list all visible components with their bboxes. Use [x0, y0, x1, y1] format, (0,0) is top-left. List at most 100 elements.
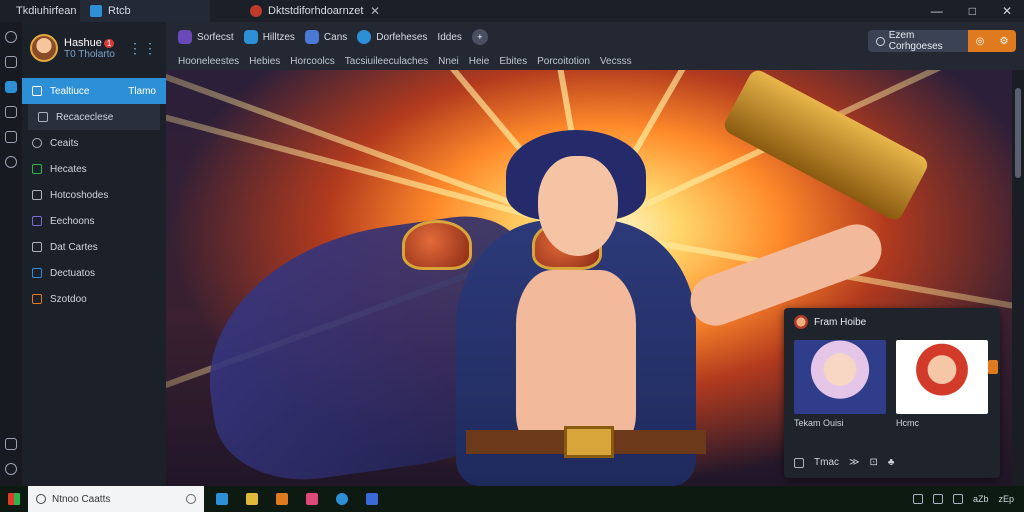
- menu-item[interactable]: Hebies: [249, 56, 280, 67]
- sidebar-item-6[interactable]: Dat Cartes: [22, 234, 166, 260]
- circle-icon: [357, 30, 372, 44]
- toolbar-right: Ezem Corhgoeses ◎ ⚙: [868, 30, 1016, 52]
- tab-app[interactable]: Tkdiuhirfean: [0, 0, 80, 22]
- popup-footer-label[interactable]: Tmac: [814, 457, 839, 468]
- taskbar-app-icon[interactable]: [336, 493, 348, 505]
- menu-item[interactable]: Tacsiuileeculaches: [345, 56, 428, 67]
- menu-item[interactable]: Vecsss: [600, 56, 632, 67]
- sidebar-item-0[interactable]: Tealtiuce Tlamo: [22, 78, 166, 104]
- taskbar-app-icon[interactable]: [216, 493, 228, 505]
- thumbnail-image: [896, 340, 988, 414]
- wifi-icon[interactable]: [912, 494, 923, 504]
- menu-item[interactable]: Hooneleestes: [178, 56, 239, 67]
- tab-active[interactable]: Dktstdiforhdoarnzet ✕: [240, 0, 390, 22]
- close-tab-icon[interactable]: ✕: [370, 4, 380, 18]
- target-icon[interactable]: ◎: [976, 36, 985, 47]
- sidebar-item-4[interactable]: Hotcoshodes: [22, 182, 166, 208]
- taskbar-app-icon[interactable]: [306, 493, 318, 505]
- toolbar-button-3[interactable]: Dorfeheses: [357, 30, 427, 44]
- frame-icon[interactable]: ⊡: [869, 457, 877, 468]
- more-icon[interactable]: ⋮⋮: [128, 40, 158, 57]
- thumbnail-card[interactable]: Hcmc: [896, 340, 988, 430]
- menu-item[interactable]: Heie: [469, 56, 490, 67]
- start-button[interactable]: [0, 486, 28, 512]
- home-icon: [32, 86, 42, 96]
- popup-avatar: [794, 315, 808, 329]
- close-window-button[interactable]: ✕: [1002, 4, 1012, 18]
- link-icon: [304, 30, 319, 44]
- tray-text: zEp: [998, 494, 1014, 504]
- maximize-button[interactable]: □: [969, 4, 976, 18]
- image-icon: [32, 216, 42, 226]
- sidebar-item-8[interactable]: Szotdoo: [22, 286, 166, 312]
- search-icon[interactable]: [5, 156, 17, 168]
- popup-thumbnails: Tekam Ouisi Hcmc: [784, 336, 1000, 434]
- forward-icon[interactable]: ≫: [849, 457, 859, 468]
- layers-icon[interactable]: [5, 438, 17, 450]
- sidebar-item-label: Tealtiuce: [50, 85, 90, 97]
- taskbar-app-icon[interactable]: [276, 493, 288, 505]
- menu-item[interactable]: Ebites: [499, 56, 527, 67]
- add-button[interactable]: +: [471, 29, 488, 45]
- history-icon[interactable]: [5, 31, 17, 43]
- explore-icon[interactable]: [5, 81, 17, 93]
- toolbar-button-label: Sorfecst: [197, 31, 234, 43]
- thumbnail-caption: Hcmc: [896, 418, 919, 428]
- popup-side-tab[interactable]: [988, 360, 998, 374]
- thumbnail-card[interactable]: Tekam Ouisi: [794, 340, 886, 430]
- taskbar-app-icon[interactable]: [246, 493, 258, 505]
- toolbar-search-label: Ezem Corhgoeses: [888, 30, 943, 52]
- icon-rail: [0, 22, 22, 486]
- gallery-icon: [178, 30, 192, 44]
- chat-icon[interactable]: [794, 457, 804, 468]
- menu-item[interactable]: Porcoitotion: [537, 56, 590, 67]
- profile-header: Hashue 1 T0 Tholarto ⋮⋮: [22, 22, 166, 74]
- sidebar-item-label: Hecates: [50, 163, 87, 175]
- thumbnail-image: [794, 340, 886, 414]
- vertical-scrollbar[interactable]: [1012, 70, 1024, 486]
- bookmark-icon[interactable]: [5, 56, 17, 68]
- tray-text: aZb: [972, 494, 989, 504]
- toolbar-orange-group: ◎ ⚙: [968, 30, 1016, 52]
- mic-icon[interactable]: [186, 494, 196, 504]
- preview-popup: Fram Hoibe Tekam Ouisi Hcmc Tmac ≫ ⊡ ♣: [784, 308, 1000, 478]
- search-icon: [36, 494, 46, 504]
- share-icon[interactable]: ♣: [888, 457, 895, 468]
- settings-icon[interactable]: [5, 463, 17, 475]
- sidebar-item-label: Hotcoshodes: [50, 189, 109, 201]
- taskbar-app-icon[interactable]: [366, 493, 378, 505]
- menu-item[interactable]: Horcoolcs: [290, 56, 334, 67]
- popup-header: Fram Hoibe: [784, 308, 1000, 336]
- settings-icon: [32, 294, 42, 304]
- page-icon: [250, 5, 262, 17]
- taskbar-search[interactable]: Ntnoo Caatts: [28, 486, 204, 512]
- gear-icon[interactable]: ⚙: [999, 36, 1008, 47]
- minimize-button[interactable]: —: [931, 4, 943, 18]
- sidebar-item-1[interactable]: Recaceclese: [28, 104, 160, 130]
- toolbar-button-2[interactable]: Cans: [304, 30, 347, 44]
- download-icon: [32, 242, 42, 252]
- sidebar-item-3[interactable]: Hecates: [22, 156, 166, 182]
- system-tray: aZb zEp: [912, 494, 1024, 504]
- battery-icon[interactable]: [932, 494, 943, 504]
- character-pauldron-left: [402, 220, 472, 270]
- scrollbar-thumb[interactable]: [1015, 88, 1021, 178]
- toolbar-button-label: Dorfeheses: [376, 31, 428, 43]
- avatar[interactable]: [30, 34, 58, 62]
- pin-icon[interactable]: [5, 131, 17, 143]
- volume-icon[interactable]: [952, 494, 963, 504]
- toolbar-button-1[interactable]: Hilltzes: [243, 30, 295, 44]
- tab-secondary[interactable]: Rtcb: [80, 0, 210, 22]
- profile-name-text: Hashue: [64, 36, 102, 49]
- toolbar-button-4[interactable]: Iddes: [437, 32, 461, 43]
- toolbar-search-button[interactable]: Ezem Corhgoeses: [868, 30, 968, 52]
- sidebar-item-label: Eechoons: [50, 215, 95, 227]
- brush-icon[interactable]: [5, 106, 17, 118]
- menu-bar: Hooneleestes Hebies Horcoolcs Tacsiuilee…: [166, 52, 1024, 70]
- sidebar-item-7[interactable]: Dectuatos: [22, 260, 166, 286]
- sidebar-item-2[interactable]: Ceaits: [22, 130, 166, 156]
- toolbar-button-label: Iddes: [437, 31, 462, 43]
- toolbar-button-0[interactable]: Sorfecst: [178, 30, 234, 44]
- menu-item[interactable]: Nnei: [438, 56, 459, 67]
- sidebar-item-5[interactable]: Eechoons: [22, 208, 166, 234]
